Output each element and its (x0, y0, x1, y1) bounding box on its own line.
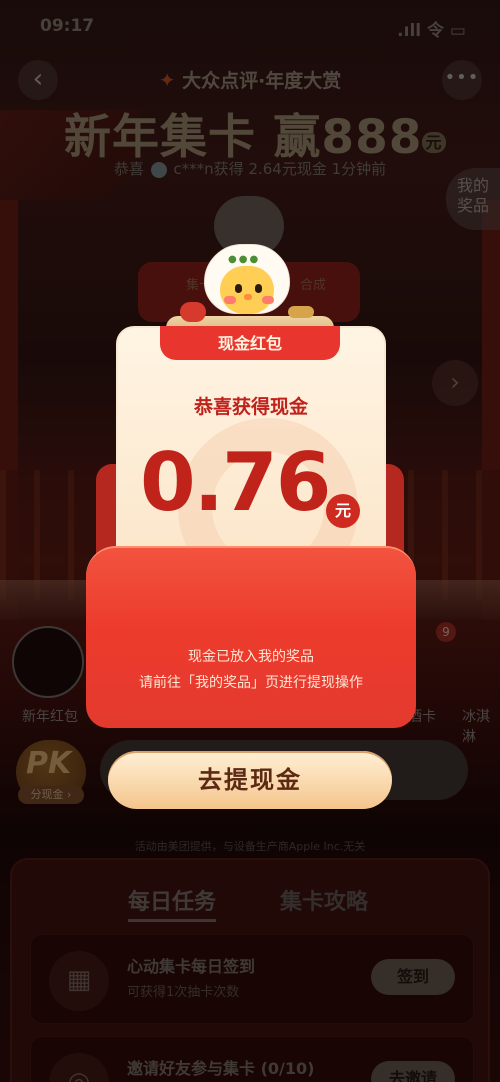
congrats-title: 恭喜获得现金 (193, 396, 308, 418)
withdraw-cash-button[interactable]: 去提现金 (108, 751, 392, 809)
coin-icon (288, 306, 314, 318)
mascot-cheek (262, 296, 274, 304)
message-line-1: 现金已放入我的奖品 (188, 649, 314, 665)
cash-envelope-modal: 现金红包 ●●● 恭喜获得现金 0.76 元 现金已放入我的奖品 请前往「我的奖… (86, 244, 416, 728)
mascot-beak (244, 294, 252, 300)
amount-unit: 元 (326, 494, 360, 528)
ribbon-label: 现金红包 (217, 334, 282, 353)
mascot-icon: ●●● (180, 244, 314, 330)
fruit-icon (180, 302, 206, 322)
withdraw-cash-label: 去提现金 (198, 766, 302, 794)
mascot-dots: ●●● (228, 254, 261, 265)
mascot-eye (255, 284, 262, 293)
mascot-eye (235, 284, 242, 293)
message-line-2: 请前往「我的奖品」页进行提现操作 (139, 675, 363, 691)
mascot-cheek (224, 296, 236, 304)
envelope-pocket: 现金已放入我的奖品 请前往「我的奖品」页进行提现操作 (86, 546, 416, 728)
mascot-face (220, 266, 274, 314)
